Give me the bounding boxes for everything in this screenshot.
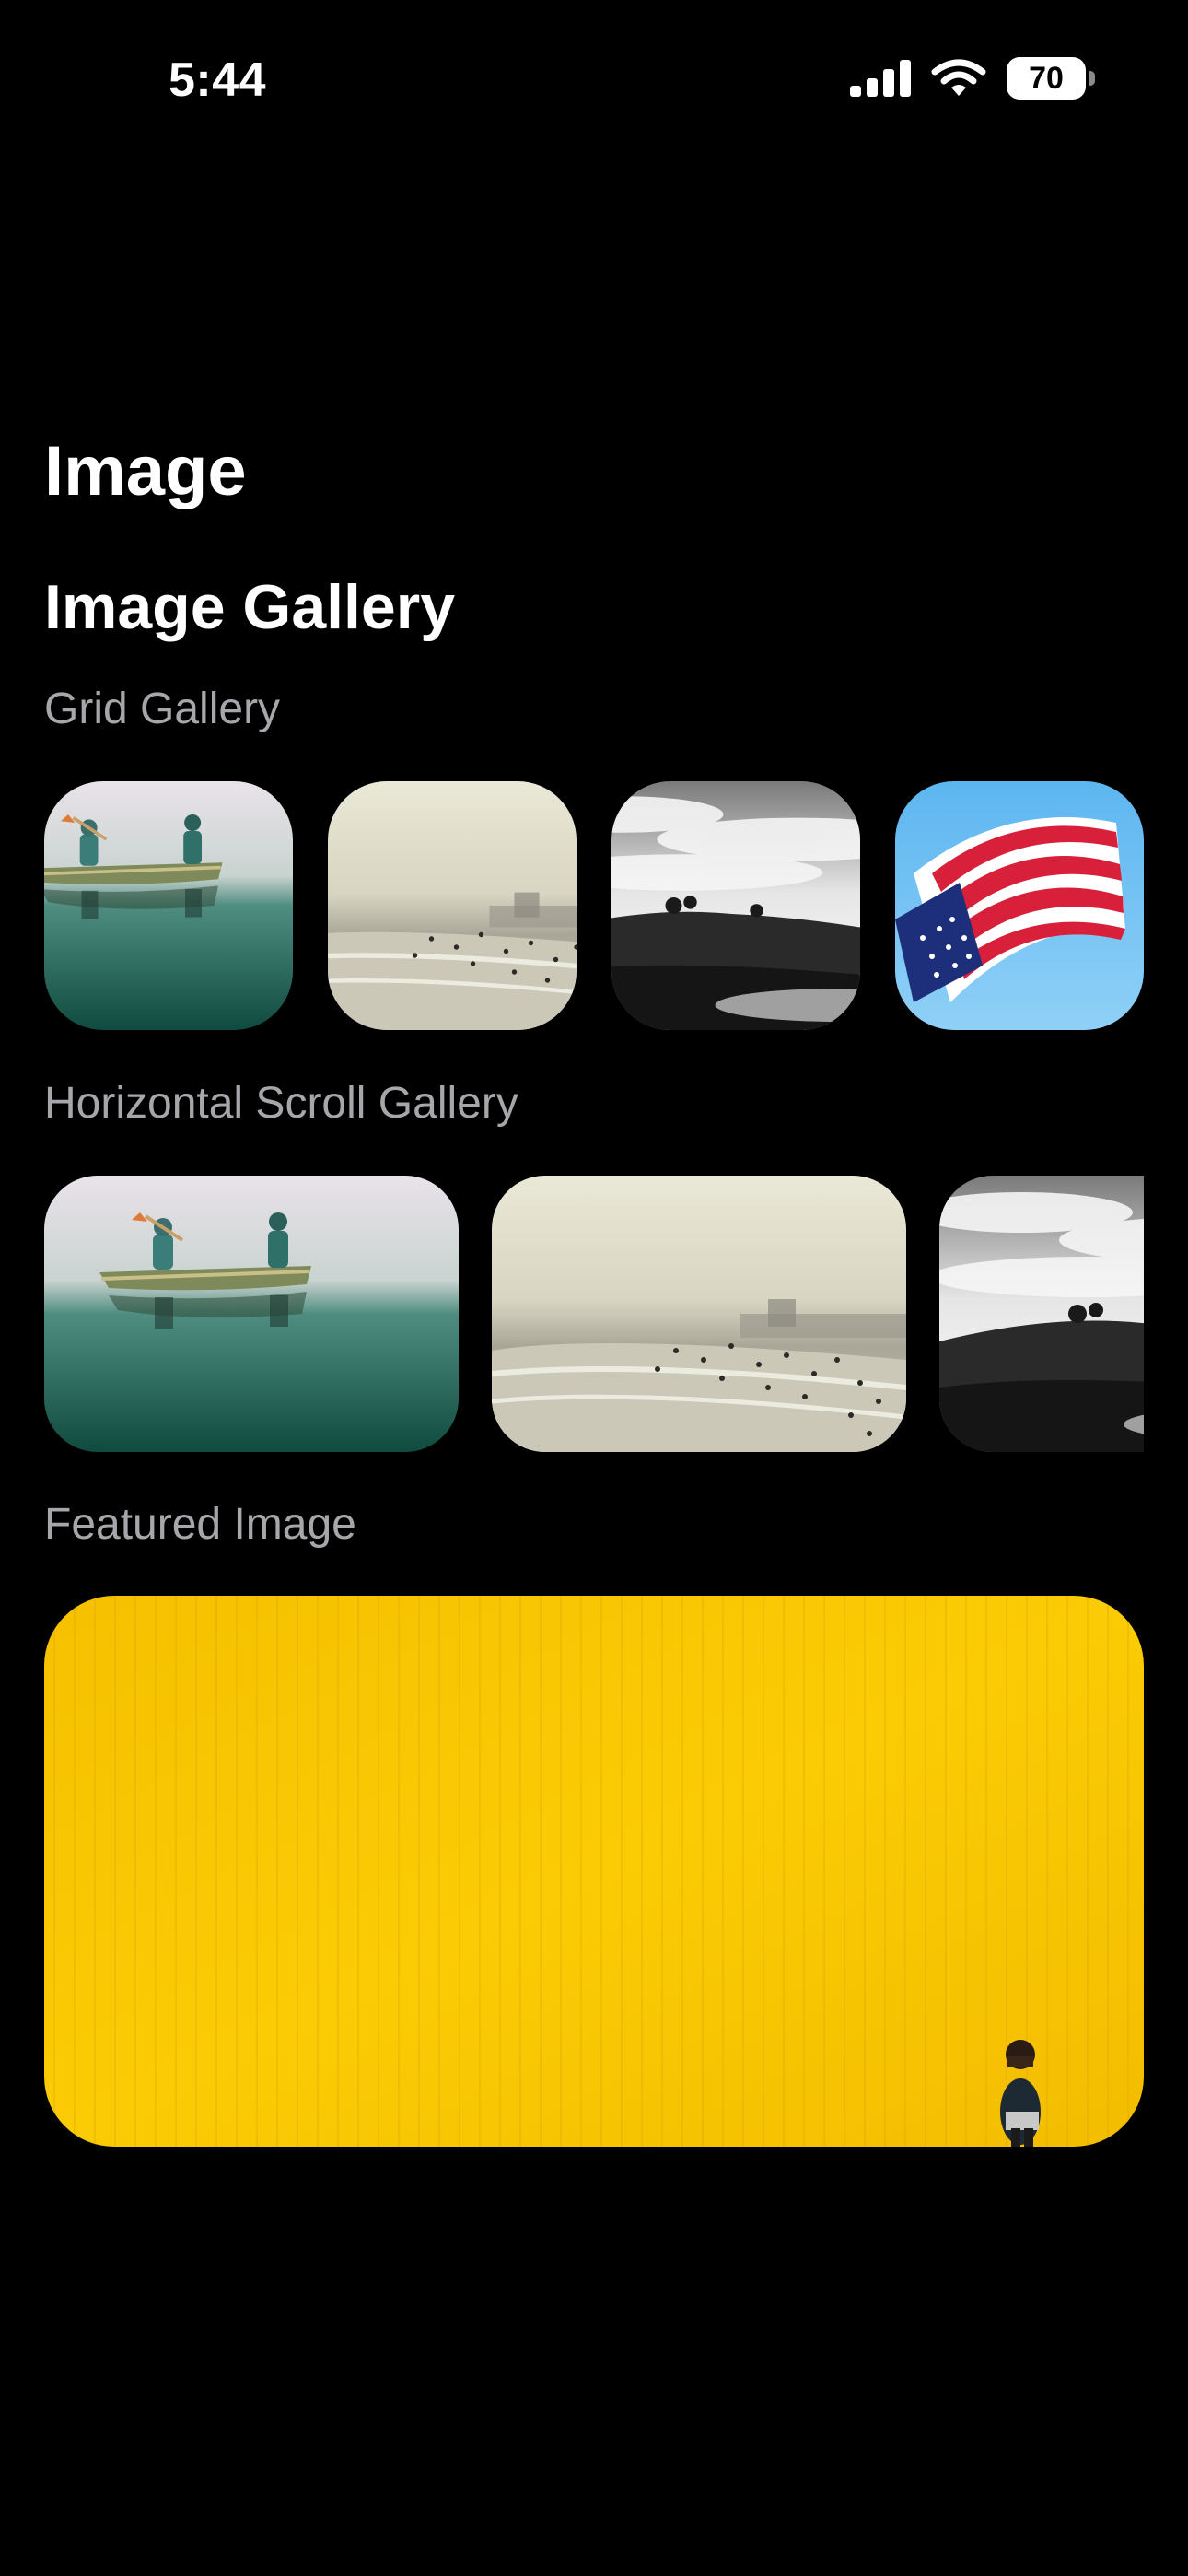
section-title: Image Gallery	[44, 572, 456, 642]
beach-photo	[492, 1176, 906, 1452]
signal-icon	[850, 60, 911, 97]
featured-image-label: Featured Image	[44, 1500, 356, 1549]
grid-gallery-label: Grid Gallery	[44, 685, 281, 733]
battery-icon: 70	[1007, 57, 1095, 100]
grid-image-flag[interactable]	[895, 781, 1144, 1030]
status-icons: 70	[850, 57, 1095, 100]
flag-photo	[895, 781, 1144, 1030]
battery-level: 70	[1029, 60, 1064, 96]
grid-image-canoe[interactable]	[44, 781, 293, 1030]
clouds-photo	[611, 781, 860, 1030]
wifi-icon	[931, 59, 986, 96]
status-bar: 5:44 70	[0, 0, 1188, 161]
canoe-photo	[44, 781, 293, 1030]
horizontal-gallery-label: Horizontal Scroll Gallery	[44, 1079, 518, 1128]
featured-image[interactable]	[44, 1596, 1144, 2147]
canoe-photo	[44, 1176, 459, 1452]
page-title: Image	[44, 432, 247, 510]
status-time: 5:44	[169, 53, 267, 107]
scroll-image-beach[interactable]	[492, 1176, 906, 1452]
horizontal-scroll-gallery[interactable]	[44, 1176, 1144, 1452]
scroll-image-canoe[interactable]	[44, 1176, 459, 1452]
grid-image-beach[interactable]	[328, 781, 577, 1030]
grid-image-clouds[interactable]	[611, 781, 860, 1030]
scroll-image-clouds[interactable]	[939, 1176, 1144, 1452]
yellow-wall-photo	[44, 1596, 1144, 2147]
beach-photo	[328, 781, 577, 1030]
clouds-photo	[939, 1176, 1144, 1452]
